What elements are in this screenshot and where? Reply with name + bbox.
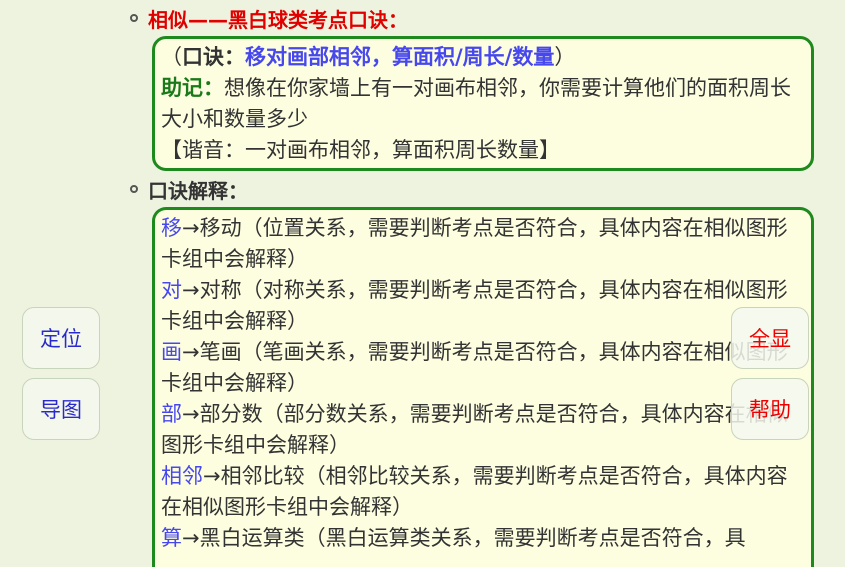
mnemonic-label: 口诀： (182, 45, 245, 69)
section-title: 口诀解释： (148, 178, 248, 203)
mnemonic-text: 移对画部相邻，算面积/周长/数量 (245, 45, 555, 69)
mnemonic-line: （口诀：移对画部相邻，算面积/周长/数量） (161, 45, 576, 69)
section-heading-similar: 相似——黑白球类考点口诀： (130, 0, 830, 36)
section-title: 相似——黑白球类考点口诀： (148, 7, 408, 32)
help-button[interactable]: 帮助 (731, 378, 809, 440)
show-all-button[interactable]: 全显 (731, 307, 809, 369)
locate-button[interactable]: 定位 (22, 307, 100, 369)
helper-text: 想像在你家墙上有一对画布相邻，你需要计算他们的面积周长大小和数量多少 (161, 76, 791, 131)
helper-label: 助记： (161, 76, 224, 100)
card-content: 相似——黑白球类考点口诀： （口诀：移对画部相邻，算面积/周长/数量） 助记：想… (130, 0, 830, 567)
bullet-icon (130, 185, 138, 193)
list-item: 相邻→相邻比较（相邻比较关系，需要判断考点是否符合，具体内容在相似图形卡组中会解… (161, 464, 788, 519)
list-item: 对→对称（对称关系，需要判断考点是否符合，具体内容在相似图形卡组中会解释） (161, 278, 788, 333)
mindmap-button[interactable]: 导图 (22, 378, 100, 440)
helper-line: 助记：想像在你家墙上有一对画布相邻，你需要计算他们的面积周长大小和数量多少 (161, 73, 805, 135)
explanation-box: 移→移动（位置关系，需要判断考点是否符合，具体内容在相似图形卡组中会解释） 对→… (152, 207, 814, 567)
list-item: 移→移动（位置关系，需要判断考点是否符合，具体内容在相似图形卡组中会解释） (161, 216, 788, 271)
list-item: 部→部分数（部分数关系，需要判断考点是否符合，具体内容在相似图形卡组中会解释） (161, 402, 788, 457)
section-heading-explain: 口诀解释： (130, 171, 830, 207)
mnemonic-box: （口诀：移对画部相邻，算面积/周长/数量） 助记：想像在你家墙上有一对画布相邻，… (152, 36, 814, 171)
list-item: 画→笔画（笔画关系，需要判断考点是否符合，具体内容在相似图形卡组中会解释） (161, 340, 788, 395)
list-item: 算→黑白运算类（黑白运算类关系，需要判断考点是否符合，具 (161, 526, 746, 550)
homophone-line: 【谐音：一对画布相邻，算面积周长数量】 (161, 138, 560, 162)
bullet-icon (130, 14, 138, 22)
